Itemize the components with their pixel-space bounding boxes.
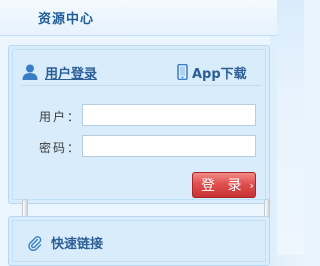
quick-links-header[interactable]: 快速链接 (27, 233, 103, 252)
header-title: 资源中心 (38, 12, 95, 27)
quick-links-panel: 快速链接 (8, 216, 270, 266)
username-input[interactable] (82, 104, 256, 126)
username-label: 用户： (39, 110, 82, 124)
password-label: 密码： (39, 141, 82, 155)
login-button-label: 登 录 (201, 178, 246, 194)
login-button[interactable]: 登 录 › (192, 172, 256, 198)
tab-user-login-label: 用户登录 (45, 66, 98, 82)
tab-app-download-label: App下载 (192, 66, 247, 82)
paperclip-icon (28, 235, 42, 251)
quick-links-title: 快速链接 (51, 237, 104, 252)
resource-center-header: 资源中心 (0, 0, 277, 36)
chevron-right-icon: › (249, 178, 254, 192)
tab-user-login[interactable]: 用户登录 (21, 62, 97, 82)
tab-divider (21, 85, 261, 86)
phone-icon (177, 64, 188, 80)
password-input[interactable] (82, 135, 256, 157)
page-right-edge (277, 0, 304, 255)
login-panel: 用户登录 App下载 用户： 密码： 登 录 › (8, 45, 270, 204)
tab-app-download[interactable]: App下载 (177, 62, 247, 82)
user-icon (22, 64, 38, 80)
